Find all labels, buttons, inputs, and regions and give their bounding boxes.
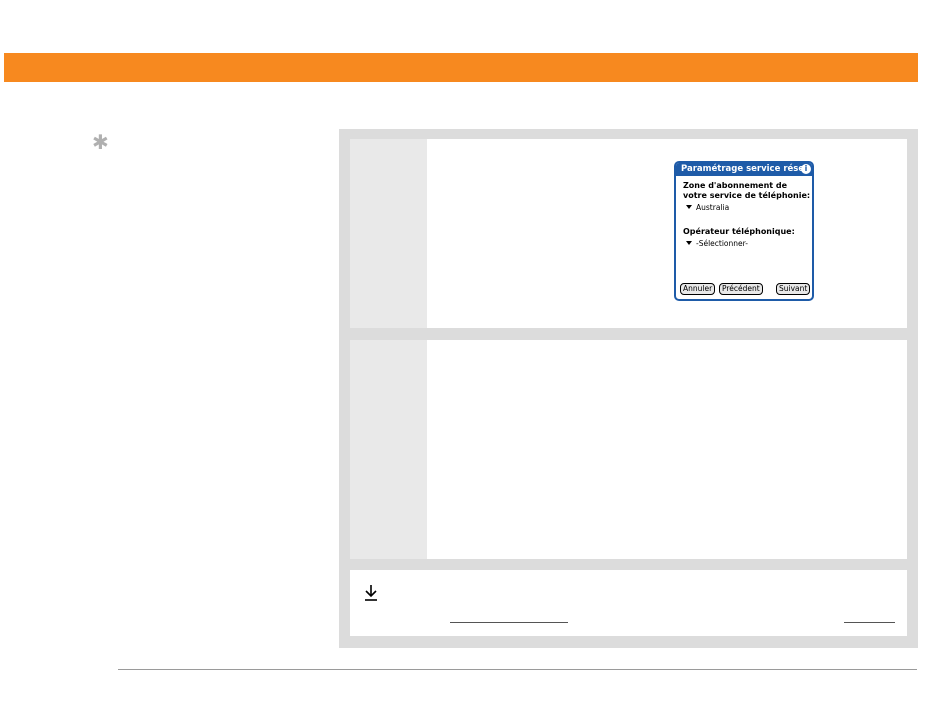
zone-label: Zone d'abonnement de votre service de té… [683, 181, 811, 200]
previous-button[interactable]: Précédent [719, 283, 763, 295]
down-arrow-icon [365, 585, 377, 601]
network-setup-dialog: Paramétrage service résea i Zone d'abonn… [674, 161, 814, 301]
header-bar [4, 53, 918, 82]
step-number-column [350, 139, 427, 328]
dialog-title: Paramétrage service résea [681, 164, 810, 174]
link-underline[interactable] [450, 622, 568, 623]
dropdown-triangle-icon [686, 241, 692, 245]
step-number-column [350, 340, 427, 559]
next-button[interactable]: Suivant [776, 283, 811, 295]
info-icon[interactable]: i [801, 164, 811, 174]
step-row-2 [350, 340, 907, 559]
zone-select-value: Australia [696, 203, 730, 212]
cancel-button[interactable]: Annuler [680, 283, 716, 295]
operator-select[interactable]: -Sélectionner- [686, 239, 748, 249]
steps-panel: Paramétrage service résea i Zone d'abonn… [339, 129, 918, 648]
done-box [350, 570, 907, 636]
asterisk-icon: ✱ [92, 130, 109, 154]
link-underline[interactable] [844, 622, 895, 623]
dropdown-triangle-icon [686, 205, 692, 209]
operator-select-value: -Sélectionner- [696, 239, 748, 248]
zone-select[interactable]: Australia [686, 203, 729, 213]
step-row-1: Paramétrage service résea i Zone d'abonn… [350, 139, 907, 328]
dialog-title-bar: Paramétrage service résea i [676, 163, 812, 176]
operator-label: Opérateur téléphonique: [683, 227, 795, 236]
footer-divider [118, 669, 917, 670]
